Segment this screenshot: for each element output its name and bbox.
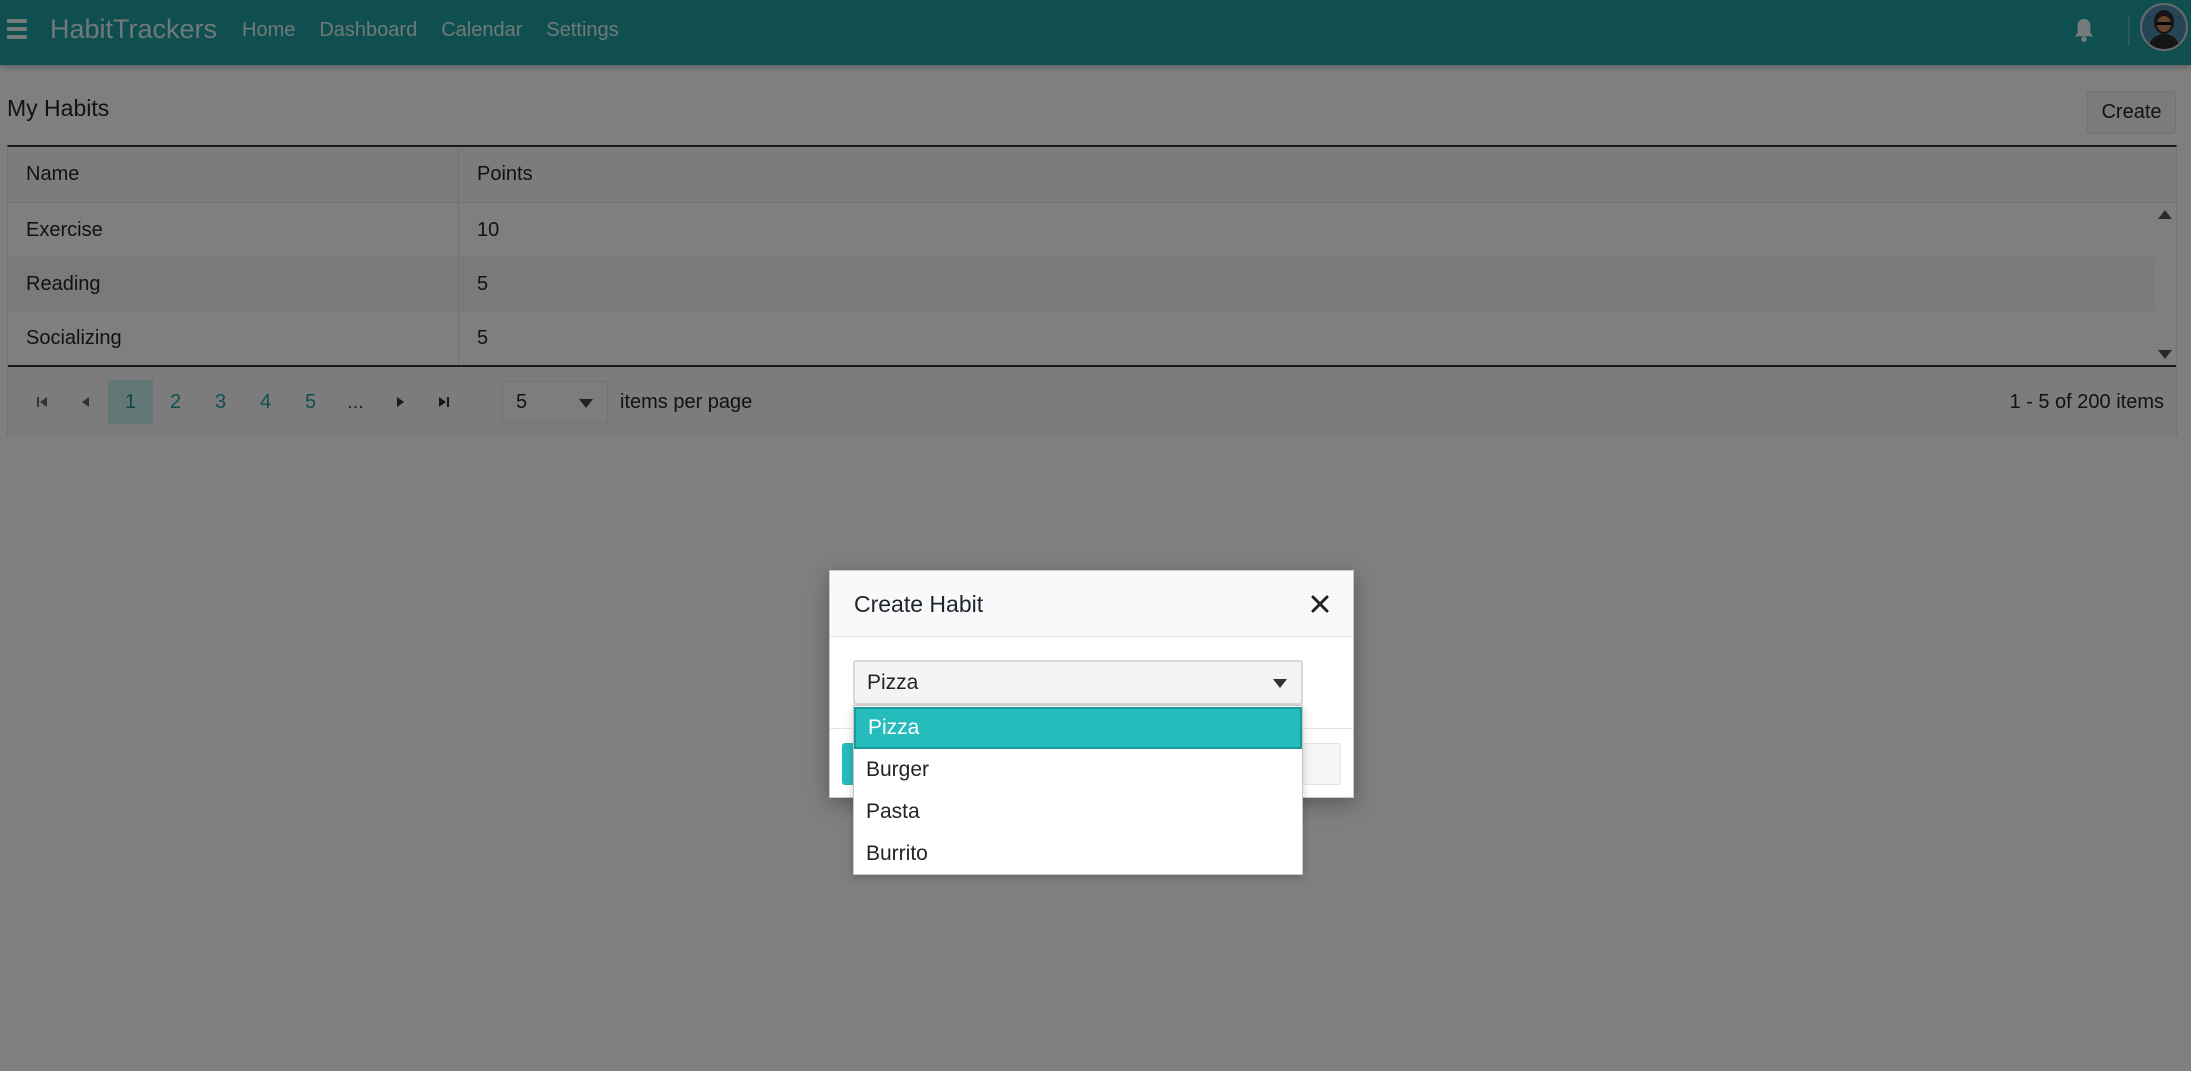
option-burger[interactable]: Burger <box>854 749 1302 791</box>
option-burrito[interactable]: Burrito <box>854 833 1302 875</box>
chevron-down-icon <box>1273 679 1287 688</box>
dialog-title: Create Habit <box>854 591 984 617</box>
habit-select[interactable]: Pizza <box>853 660 1303 705</box>
option-pasta[interactable]: Pasta <box>854 791 1302 833</box>
habit-select-options: Pizza Burger Pasta Burrito <box>853 705 1303 875</box>
app-page: HabitTrackers Home Dashboard Calendar Se… <box>0 0 2191 1071</box>
modal-overlay[interactable] <box>0 0 2191 1071</box>
option-pizza[interactable]: Pizza <box>854 707 1302 749</box>
habit-select-value: Pizza <box>867 670 919 694</box>
close-icon[interactable] <box>1307 591 1333 617</box>
dialog-titlebar: Create Habit <box>830 571 1353 637</box>
